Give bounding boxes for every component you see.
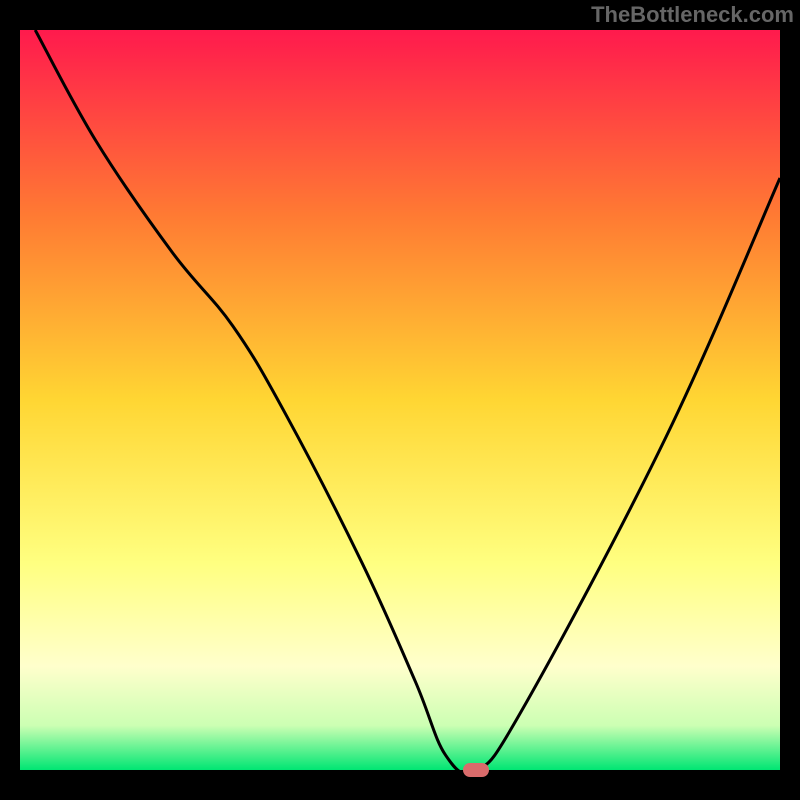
chart-background <box>20 30 780 770</box>
watermark: TheBottleneck.com <box>591 2 794 28</box>
chart-svg <box>20 30 780 770</box>
bottleneck-chart <box>20 30 780 770</box>
optimal-marker <box>463 763 489 777</box>
